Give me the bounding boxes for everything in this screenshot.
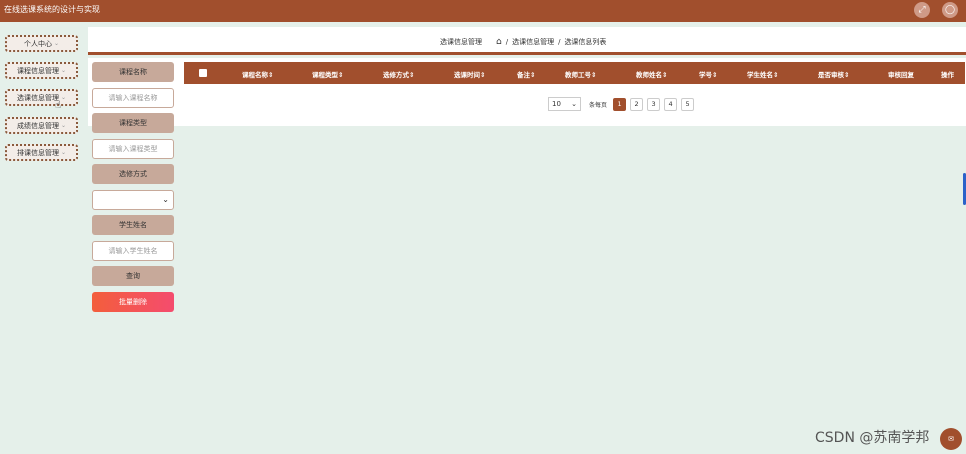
chevron-down-icon: ⌄ [53, 40, 60, 47]
chevron-down-icon: ⌄ [571, 100, 577, 108]
chevron-down-icon: ⌄ [60, 149, 67, 156]
page-button[interactable]: 3 [647, 97, 661, 111]
home-icon[interactable]: ⌂ [496, 37, 502, 47]
column-header: 审核回复 [888, 71, 914, 79]
breadcrumb-item: 选课信息列表 [564, 38, 607, 46]
sidebar-item-label: 成绩信息管理 [16, 121, 59, 130]
watermark: CSDN @苏南学邦 [815, 430, 930, 446]
course-type-input[interactable]: 请输入课程类型 [92, 139, 174, 159]
sidebar-item-personal-center[interactable]: 个人中心 ⌄ [5, 35, 78, 52]
sidebar-item-selection-management[interactable]: 选课信息管理 ⌄ [5, 89, 78, 106]
course-name-label: 课程名称 [92, 62, 174, 82]
query-button[interactable]: 查询 [92, 266, 174, 286]
column-header[interactable]: 课程名称⇕ [242, 69, 273, 79]
column-header[interactable]: 教师姓名⇕ [636, 69, 667, 79]
breadcrumb-separator: / [558, 38, 561, 46]
sidebar-item-course-management[interactable]: 课程信息管理 ⌄ [5, 62, 78, 79]
column-header[interactable]: 学号⇕ [699, 69, 717, 79]
hand-cursor-icon: ☝ [55, 100, 62, 111]
top-icons: ⤢ ◯ [914, 2, 958, 18]
elective-method-label: 选修方式 [92, 164, 174, 184]
fullscreen-icon[interactable]: ⤢ [914, 2, 930, 18]
page-button[interactable]: 1 [613, 97, 627, 111]
chevron-down-icon: ⌄ [60, 122, 67, 129]
batch-delete-button[interactable]: 批量删除 [92, 292, 174, 312]
page-button[interactable]: 4 [664, 97, 678, 111]
page-title: 选课信息管理 [440, 38, 482, 46]
column-header[interactable]: 课程类型⇕ [312, 69, 343, 79]
top-bar: 在线选课系统的设计与实现 ⤢ ◯ [0, 0, 966, 22]
student-name-label: 学生姓名 [92, 215, 174, 235]
course-type-label: 课程类型 [92, 113, 174, 133]
column-header[interactable]: 是否审核⇕ [818, 69, 849, 79]
sidebar-item-label: 个人中心 [23, 39, 52, 48]
page-button[interactable]: 5 [681, 97, 695, 111]
column-header[interactable]: 学生姓名⇕ [747, 69, 778, 79]
table-header: 课程名称⇕ 课程类型⇕ 选修方式⇕ 选课时间⇕ 备注⇕ 教师工号⇕ 教师姓名⇕ … [184, 62, 965, 84]
column-header[interactable]: 选修方式⇕ [383, 69, 414, 79]
floating-action-icon[interactable]: ✉ [940, 428, 962, 450]
breadcrumb-separator: / [505, 38, 509, 46]
breadcrumb-item[interactable]: 选课信息管理 [512, 37, 554, 47]
sidebar-item-label: 选课信息管理 [16, 93, 59, 102]
page-size-select[interactable]: 10 ⌄ [548, 97, 581, 111]
sidebar [0, 22, 84, 454]
breadcrumb: 选课信息管理 ⌂ / 选课信息管理 / 选课信息列表 [440, 37, 606, 47]
chevron-down-icon: ⌄ [60, 94, 67, 101]
chevron-down-icon: ⌄ [60, 67, 67, 74]
pagination: 10 ⌄ 条每页 1 2 3 4 5 [548, 97, 695, 111]
column-header: 操作 [941, 71, 954, 79]
course-name-input[interactable]: 请输入课程名称 [92, 88, 174, 108]
chevron-down-icon: ⌄ [162, 195, 169, 204]
sidebar-item-label: 课程信息管理 [16, 66, 59, 75]
user-icon[interactable]: ◯ [942, 2, 958, 18]
elective-method-select[interactable]: ⌄ [92, 190, 174, 210]
sidebar-item-schedule-management[interactable]: 排课信息管理 ⌄ [5, 144, 78, 161]
sidebar-item-label: 排课信息管理 [16, 148, 59, 157]
student-name-input[interactable]: 请输入学生姓名 [92, 241, 174, 261]
page-size-value: 10 [552, 100, 561, 108]
sidebar-item-grade-management[interactable]: 成绩信息管理 ⌄ [5, 117, 78, 134]
page-size-label: 条每页 [589, 101, 608, 109]
column-header[interactable]: 备注⇕ [517, 69, 535, 79]
column-header[interactable]: 选课时间⇕ [454, 69, 485, 79]
select-all-checkbox[interactable] [199, 69, 207, 77]
column-header[interactable]: 教师工号⇕ [565, 69, 596, 79]
page-button[interactable]: 2 [630, 97, 644, 111]
app-title: 在线选课系统的设计与实现 [4, 5, 100, 14]
